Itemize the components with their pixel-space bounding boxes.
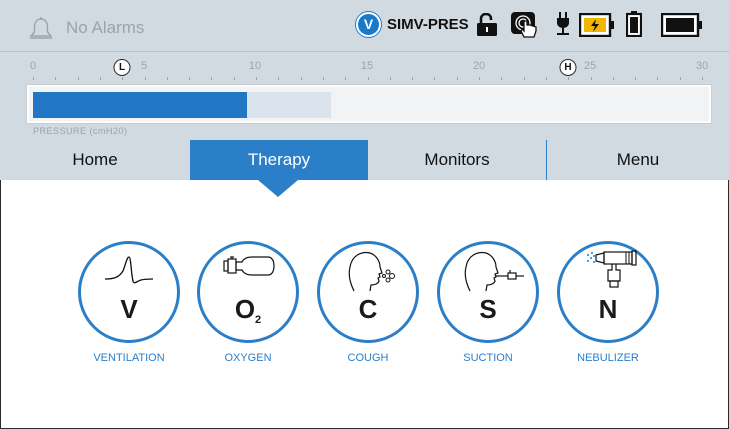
touch-screen-icon[interactable] [510, 11, 540, 39]
pressure-peak-fill [247, 92, 331, 118]
battery-removable-icon [626, 11, 642, 37]
scale-label-10: 10 [248, 60, 262, 72]
cough-letter: C [358, 294, 378, 324]
scale-tick [278, 77, 280, 80]
pressure-scale: 0 5 10 15 20 25 30 L H [0, 52, 729, 82]
scale-tick [99, 77, 101, 80]
active-tab-pointer [258, 180, 298, 197]
nebulizer-icon [587, 250, 637, 288]
scale-tick [211, 77, 213, 80]
low-limit-marker[interactable]: L [113, 59, 131, 76]
power-plug-icon [557, 12, 569, 35]
suction-face-icon [464, 251, 524, 292]
scale-tick [702, 77, 703, 80]
nav-tabs: Home Therapy Monitors Menu [0, 140, 729, 180]
tab-therapy[interactable]: Therapy [190, 140, 368, 180]
scale-tick [568, 77, 570, 80]
cough-face-icon [348, 251, 395, 292]
tab-home[interactable]: Home [0, 140, 190, 180]
battery-charging-icon [579, 13, 614, 37]
battery-internal-icon [661, 13, 702, 37]
scale-tick [322, 77, 324, 80]
therapy-suction[interactable]: S SUCTION [420, 241, 540, 371]
status-bar: No Alarms V SIMV-PRES [0, 0, 729, 52]
therapy-oxygen[interactable]: O2 OXYGEN [180, 241, 300, 371]
scale-tick [545, 77, 547, 80]
therapy-nebulizer[interactable]: N NEBULIZER [540, 241, 660, 371]
scale-tick [612, 77, 614, 80]
therapy-ventilation[interactable]: V VENTILATION [61, 241, 181, 371]
tab-menu[interactable]: Menu [547, 140, 729, 180]
lock-open-icon[interactable] [476, 13, 498, 37]
scale-tick [479, 77, 480, 80]
ventilation-mode[interactable]: SIMV-PRES [387, 16, 469, 33]
scale-tick [590, 77, 592, 80]
oxygen-subscript: 2 [255, 314, 262, 326]
ventilation-waveform-icon [104, 256, 154, 284]
scale-tick [367, 77, 369, 80]
pressure-bar [27, 85, 711, 123]
scale-label-0: 0 [29, 60, 37, 72]
scale-label-15: 15 [360, 60, 374, 72]
oxygen-cylinder-icon [223, 256, 275, 276]
oxygen-caption: OXYGEN [224, 352, 272, 364]
ventilation-letter: V [120, 294, 138, 324]
scale-label-5: 5 [140, 60, 148, 72]
scale-label-30: 30 [695, 60, 709, 72]
scale-tick [412, 77, 414, 80]
scale-tick [122, 77, 124, 80]
scale-tick [189, 77, 191, 80]
scale-tick [256, 77, 257, 80]
bell-icon[interactable] [28, 16, 54, 42]
cough-caption: COUGH [347, 352, 389, 364]
scale-tick [144, 77, 146, 80]
tab-monitors[interactable]: Monitors [368, 140, 546, 180]
scale-tick [456, 77, 458, 80]
nebulizer-caption: NEBULIZER [577, 352, 639, 364]
scale-tick [635, 77, 637, 80]
pressure-label: PRESSURE (cmH20) [33, 126, 128, 136]
scale-tick [389, 77, 391, 80]
scale-tick [55, 77, 57, 80]
scale-label-20: 20 [472, 60, 486, 72]
pressure-current-fill [33, 92, 247, 118]
scale-tick [523, 77, 525, 80]
scale-tick [501, 77, 503, 80]
suction-letter: S [479, 294, 497, 324]
tab-divider [546, 140, 547, 180]
suction-caption: SUCTION [463, 352, 513, 364]
scale-tick [77, 77, 79, 80]
header: No Alarms V SIMV-PRES 0 5 10 15 20 25 30… [0, 0, 729, 180]
mode-badge: V [356, 12, 381, 37]
nebulizer-letter: N [598, 294, 618, 324]
oxygen-letter-main: O [234, 294, 256, 324]
ventilation-caption: VENTILATION [93, 352, 165, 364]
high-limit-marker[interactable]: H [559, 59, 577, 76]
oxygen-letter: O2 [197, 294, 299, 326]
scale-tick [166, 77, 168, 80]
scale-label-25: 25 [583, 60, 597, 72]
scale-tick [679, 77, 681, 80]
scale-tick [434, 77, 436, 80]
scale-tick [345, 77, 347, 80]
scale-tick [300, 77, 302, 80]
scale-tick [33, 77, 34, 80]
alarm-status[interactable]: No Alarms [66, 18, 144, 38]
scale-tick [233, 77, 235, 80]
therapy-cough[interactable]: C COUGH [300, 241, 420, 371]
scale-tick [657, 77, 659, 80]
